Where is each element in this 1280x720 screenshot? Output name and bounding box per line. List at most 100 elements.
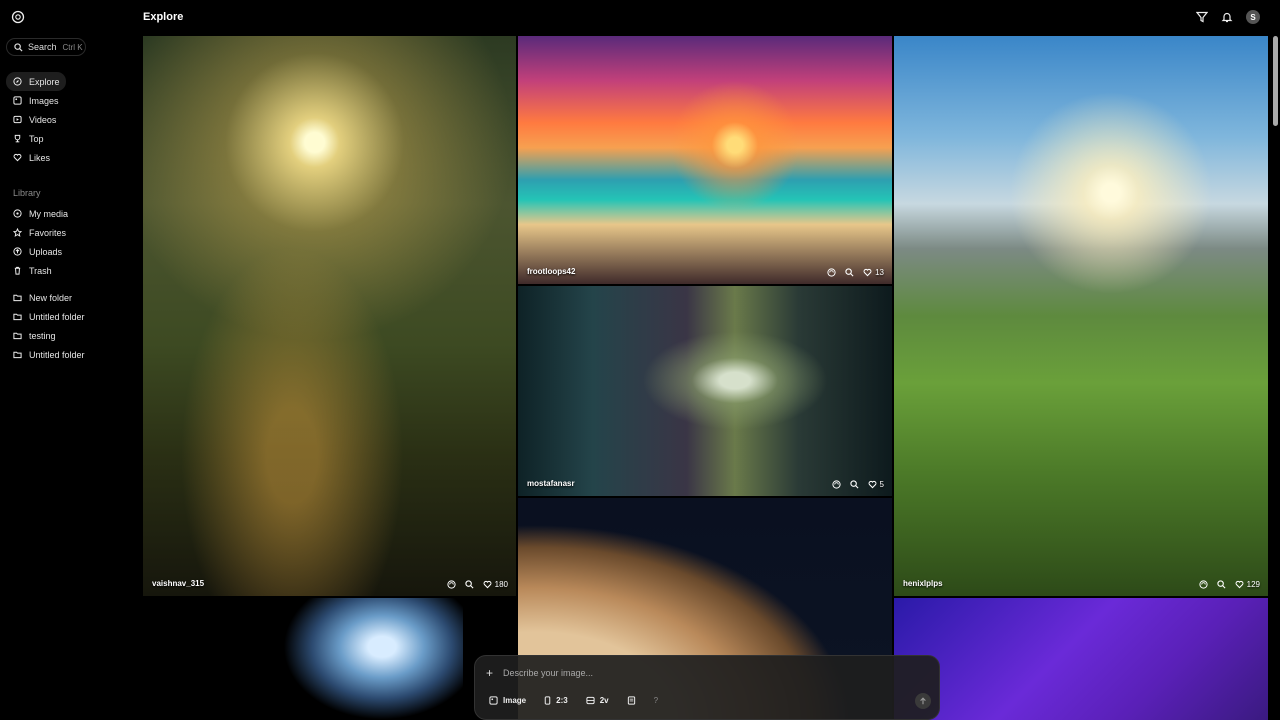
folder-item[interactable]: testing [6, 326, 130, 345]
heart-icon [868, 480, 876, 489]
library-item-favorites[interactable]: Favorites [6, 223, 130, 242]
folder-label: Untitled folder [29, 311, 85, 322]
header-actions: S [1196, 10, 1260, 24]
image-icon [13, 96, 22, 105]
folder-icon [13, 332, 22, 340]
nav-label: Videos [29, 114, 57, 125]
star-icon [13, 228, 22, 237]
card-image [283, 598, 463, 720]
prompt-bar: + Image 2:3 2v ? [474, 655, 940, 720]
like-button[interactable]: 129 [1235, 580, 1260, 589]
like-button[interactable]: 180 [483, 580, 508, 589]
search-icon[interactable] [845, 268, 854, 277]
nav-item-images[interactable]: Images [6, 91, 130, 110]
avatar[interactable]: S [1246, 10, 1260, 24]
settings-button[interactable] [621, 692, 642, 709]
heart-icon [483, 580, 492, 589]
library-label: My media [29, 208, 69, 219]
remix-icon[interactable] [447, 580, 456, 589]
page-title: Explore [143, 11, 184, 23]
gallery-card[interactable] [143, 598, 516, 720]
card-username[interactable]: henixlplps [903, 579, 943, 588]
logo-icon[interactable] [11, 10, 25, 24]
search-button[interactable]: Search Ctrl K [6, 38, 86, 56]
add-icon[interactable]: + [486, 666, 493, 680]
gallery-card[interactable]: mostafanasr 5 [518, 286, 892, 496]
nav-item-top[interactable]: Top [6, 129, 130, 148]
bell-icon[interactable] [1221, 11, 1233, 23]
remix-icon[interactable] [827, 268, 836, 277]
image-icon [489, 696, 498, 705]
search-shortcut: Ctrl K [62, 42, 83, 52]
folder-label: testing [29, 330, 56, 341]
card-actions: 13 [827, 268, 884, 277]
nav-item-likes[interactable]: Likes [6, 148, 130, 167]
main-nav: Explore Images Videos Top Likes [6, 72, 130, 167]
card-actions: 180 [447, 580, 508, 589]
gallery-card[interactable]: henixlplps 129 [894, 36, 1268, 596]
folder-list: New folder Untitled folder testing Untit… [6, 288, 130, 364]
variants-button[interactable]: 2v [580, 692, 615, 709]
ratio-button[interactable]: 2:3 [538, 692, 574, 709]
nav-item-explore[interactable]: Explore [6, 72, 66, 91]
folder-icon [13, 294, 22, 302]
card-username[interactable]: frootloops42 [527, 267, 575, 276]
library-label: Favorites [29, 227, 67, 238]
sidebar: Search Ctrl K Explore Images Videos Top … [0, 0, 136, 720]
library-heading: Library [13, 188, 41, 198]
scrollbar[interactable] [1273, 36, 1278, 126]
trophy-icon [14, 134, 21, 143]
library-nav: My media Favorites Uploads Trash [6, 204, 130, 280]
library-item-trash[interactable]: Trash [6, 261, 130, 280]
mode-button[interactable]: Image [483, 692, 532, 709]
video-icon [13, 115, 22, 124]
folder-icon [13, 351, 22, 359]
nav-label: Explore [29, 76, 60, 87]
prompt-input[interactable] [503, 665, 883, 681]
gallery-card[interactable] [894, 598, 1268, 720]
send-button[interactable] [915, 693, 931, 709]
folder-item[interactable]: Untitled folder [6, 345, 130, 364]
like-count: 180 [494, 580, 508, 589]
upload-icon [13, 247, 22, 256]
like-count: 129 [1246, 580, 1260, 589]
nav-label: Images [29, 95, 59, 106]
arrow-up-icon [920, 697, 926, 705]
help-button[interactable]: ? [648, 692, 664, 709]
prompt-toolbar: Image 2:3 2v ? [483, 692, 664, 709]
like-button[interactable]: 5 [868, 480, 884, 489]
folder-icon [13, 313, 22, 321]
search-icon[interactable] [465, 580, 474, 589]
media-icon [13, 209, 22, 218]
nav-item-videos[interactable]: Videos [6, 110, 130, 129]
search-icon[interactable] [849, 480, 859, 489]
variants-label: 2v [599, 696, 609, 705]
nav-label: Top [29, 133, 44, 144]
like-button[interactable]: 13 [863, 268, 884, 277]
gallery-card[interactable]: frootloops42 13 [518, 36, 892, 284]
nav-label: Likes [29, 152, 51, 163]
gallery-card[interactable]: vaishnav_315 180 [143, 36, 516, 596]
ratio-label: 2:3 [556, 696, 568, 705]
library-item-my-media[interactable]: My media [6, 204, 130, 223]
like-count: 5 [879, 480, 884, 489]
remix-icon[interactable] [831, 480, 841, 489]
card-actions: 129 [1199, 580, 1260, 589]
folder-item[interactable]: Untitled folder [6, 307, 130, 326]
card-username[interactable]: mostafanasr [527, 479, 575, 488]
library-label: Uploads [29, 246, 63, 257]
aspect-ratio-icon [544, 696, 551, 705]
library-item-uploads[interactable]: Uploads [6, 242, 130, 261]
compass-icon [13, 77, 22, 86]
filter-icon[interactable] [1196, 11, 1208, 23]
search-icon[interactable] [1217, 580, 1226, 589]
folder-item[interactable]: New folder [6, 288, 130, 307]
search-icon [14, 42, 23, 52]
remix-icon[interactable] [1199, 580, 1208, 589]
card-username[interactable]: vaishnav_315 [152, 579, 204, 588]
variants-icon [586, 696, 595, 705]
heart-icon [863, 268, 872, 277]
list-icon [627, 696, 635, 705]
trash-icon [14, 266, 21, 275]
heart-icon [1235, 580, 1244, 589]
